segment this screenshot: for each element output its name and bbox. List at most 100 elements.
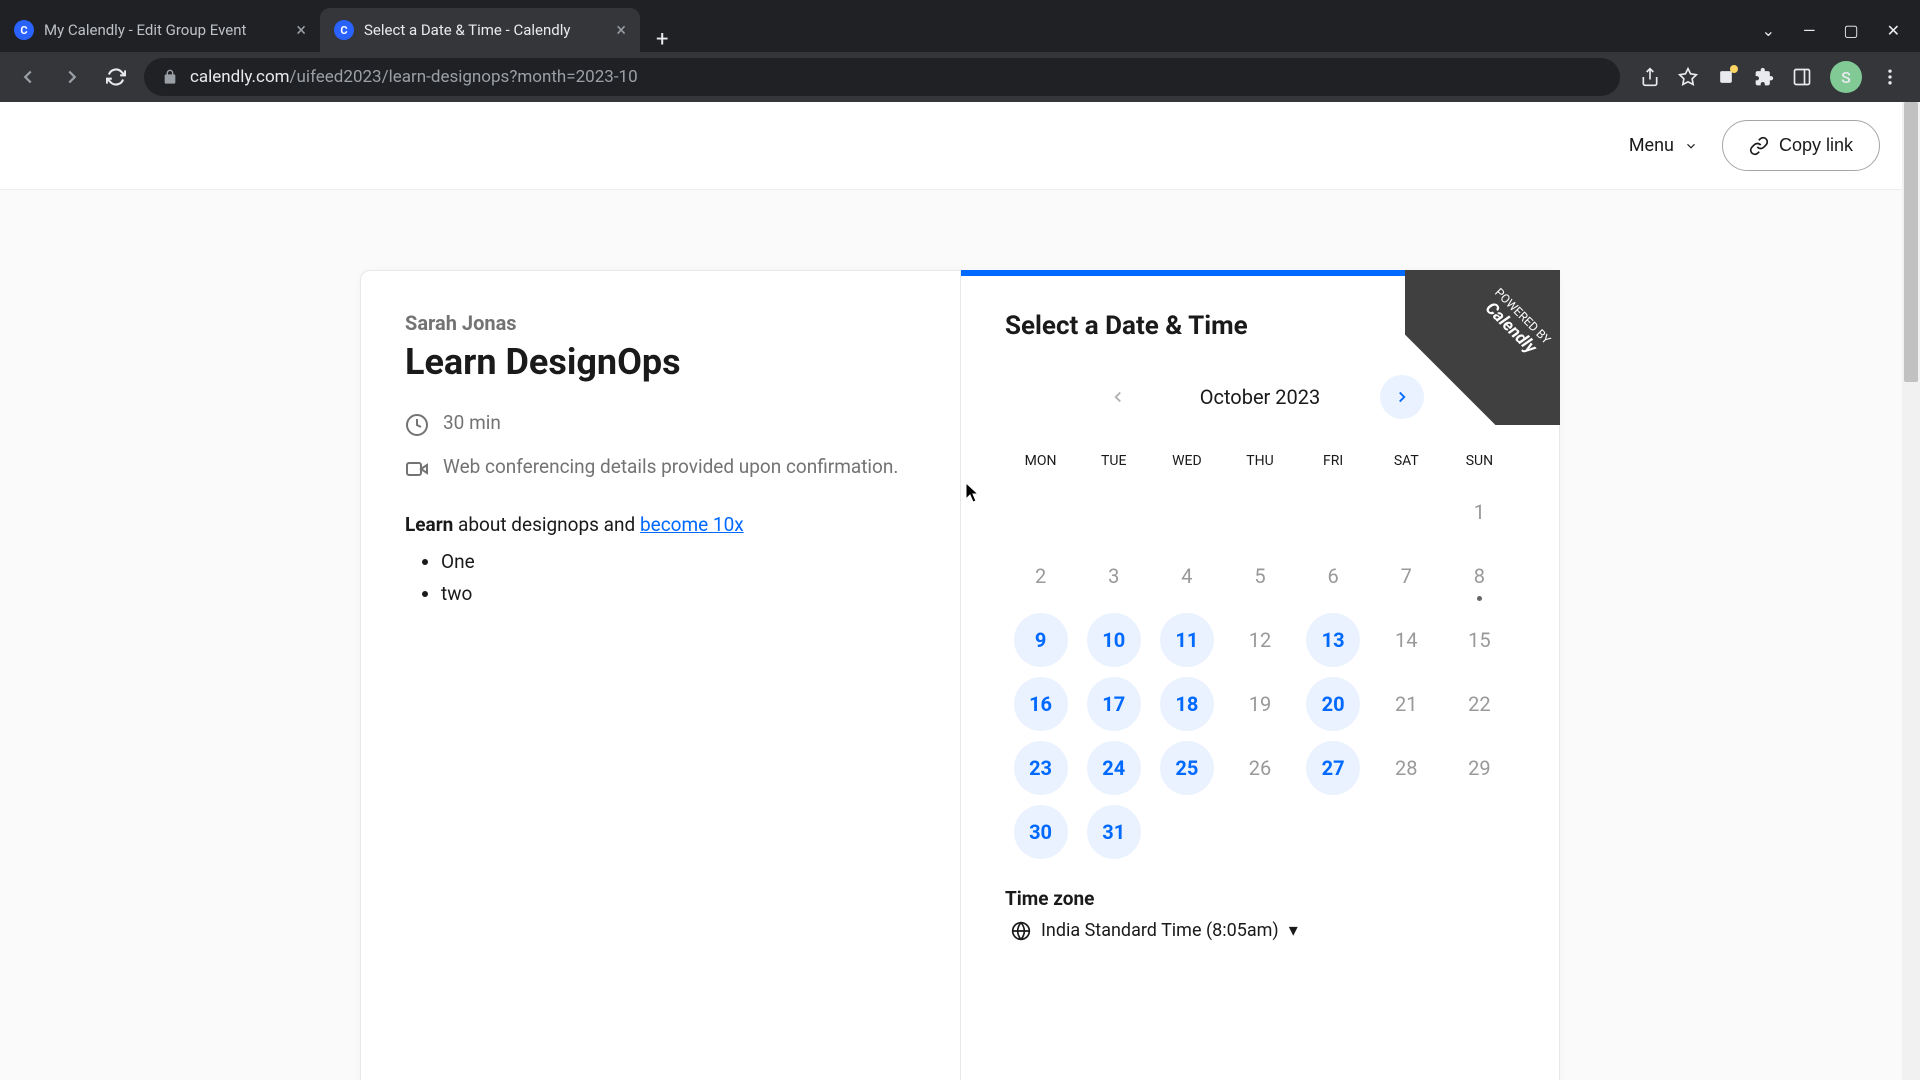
day-cell-empty (1151, 801, 1222, 863)
chevron-down-icon (1684, 139, 1698, 153)
maximize-icon[interactable]: ▢ (1843, 21, 1858, 40)
day-header: TUE (1078, 443, 1149, 479)
day-cell-available[interactable]: 24 (1078, 737, 1149, 799)
extensions-icon[interactable] (1754, 67, 1774, 87)
day-cell-disabled: 12 (1224, 609, 1295, 671)
day-cell-empty (1078, 481, 1149, 543)
caret-down-icon: ▾ (1289, 920, 1298, 941)
event-description: Learn about designops and become 10x One… (405, 511, 916, 609)
day-cell-empty (1224, 801, 1295, 863)
day-header: THU (1224, 443, 1295, 479)
scrollbar-thumb[interactable] (1904, 102, 1918, 382)
day-cell-available[interactable]: 16 (1005, 673, 1076, 735)
day-cell-disabled: 15 (1444, 609, 1515, 671)
day-cell-available[interactable]: 20 (1298, 673, 1369, 735)
day-cell-disabled: 28 (1371, 737, 1442, 799)
menu-label: Menu (1629, 135, 1674, 156)
day-cell-empty (1005, 481, 1076, 543)
lock-icon (162, 69, 178, 85)
day-header: WED (1151, 443, 1222, 479)
copy-link-button[interactable]: Copy link (1722, 120, 1880, 171)
event-details-panel: Sarah Jonas Learn DesignOps 30 min Web c… (361, 271, 961, 1080)
toolbar-icons: S (1632, 61, 1908, 93)
list-item: two (441, 580, 916, 609)
day-cell-available[interactable]: 18 (1151, 673, 1222, 735)
list-item: One (441, 548, 916, 577)
timezone-selector[interactable]: India Standard Time (8:05am) ▾ (1005, 920, 1515, 941)
day-cell-empty (1151, 481, 1222, 543)
day-cell-disabled: 14 (1371, 609, 1442, 671)
browser-tab-active[interactable]: C Select a Date & Time - Calendly × (320, 8, 640, 52)
day-cell-available[interactable]: 9 (1005, 609, 1076, 671)
day-header: FRI (1298, 443, 1369, 479)
copy-link-label: Copy link (1779, 135, 1853, 156)
link-icon (1749, 136, 1769, 156)
scrollbar[interactable] (1902, 102, 1920, 1080)
location-row: Web conferencing details provided upon c… (405, 455, 916, 481)
day-cell-available[interactable]: 23 (1005, 737, 1076, 799)
share-icon[interactable] (1640, 67, 1660, 87)
globe-icon (1011, 921, 1031, 941)
close-icon[interactable]: ✕ (1887, 21, 1900, 40)
new-tab-button[interactable]: + (640, 27, 684, 52)
day-cell-disabled: 1 (1444, 481, 1515, 543)
browser-tab-strip: C My Calendly - Edit Group Event × C Sel… (0, 0, 1920, 52)
menu-icon[interactable] (1880, 67, 1900, 87)
prev-month-button[interactable] (1096, 375, 1140, 419)
page-content: Menu Copy link Sarah Jonas Learn DesignO… (0, 102, 1920, 1080)
day-cell-disabled: 19 (1224, 673, 1295, 735)
calendar-grid: MONTUEWEDTHUFRISATSUN1234567891011121314… (1005, 443, 1515, 863)
day-cell-disabled: 22 (1444, 673, 1515, 735)
close-icon[interactable]: × (616, 20, 626, 41)
tab-title: Select a Date & Time - Calendly (364, 21, 606, 39)
day-cell-empty (1298, 481, 1369, 543)
reload-button[interactable] (100, 61, 132, 93)
profile-avatar[interactable]: S (1830, 61, 1862, 93)
accent-bar (961, 270, 1409, 276)
browser-tab[interactable]: C My Calendly - Edit Group Event × (0, 8, 320, 52)
day-cell-empty (1298, 801, 1369, 863)
date-picker-panel: POWERED BY Calendly Select a Date & Time… (961, 271, 1559, 1080)
calendly-favicon: C (334, 20, 354, 40)
day-cell-disabled: 2 (1005, 545, 1076, 607)
day-cell-disabled: 7 (1371, 545, 1442, 607)
close-icon[interactable]: × (296, 20, 306, 41)
minimize-icon[interactable]: — (1803, 21, 1816, 40)
day-cell-available[interactable]: 25 (1151, 737, 1222, 799)
event-title: Learn DesignOps (405, 341, 916, 383)
timezone-section: Time zone India Standard Time (8:05am) ▾ (1005, 887, 1515, 941)
description-link[interactable]: become 10x (640, 513, 744, 536)
menu-button[interactable]: Menu (1629, 135, 1698, 156)
star-icon[interactable] (1678, 67, 1698, 87)
duration-text: 30 min (443, 411, 501, 434)
browser-toolbar: calendly.com/uifeed2023/learn-designops?… (0, 52, 1920, 102)
month-label: October 2023 (1200, 385, 1321, 409)
sidepanel-icon[interactable] (1792, 67, 1812, 87)
page-header: Menu Copy link (0, 102, 1920, 190)
day-cell-disabled: 6 (1298, 545, 1369, 607)
day-cell-empty (1224, 481, 1295, 543)
calendly-favicon: C (14, 20, 34, 40)
day-cell-available[interactable]: 11 (1151, 609, 1222, 671)
address-bar[interactable]: calendly.com/uifeed2023/learn-designops?… (144, 58, 1620, 96)
timezone-value: India Standard Time (8:05am) (1041, 920, 1279, 941)
host-name: Sarah Jonas (405, 311, 916, 335)
day-cell-disabled: 21 (1371, 673, 1442, 735)
day-header: SUN (1444, 443, 1515, 479)
location-text: Web conferencing details provided upon c… (443, 455, 898, 478)
day-cell-available[interactable]: 27 (1298, 737, 1369, 799)
day-cell-available[interactable]: 17 (1078, 673, 1149, 735)
day-cell-available[interactable]: 30 (1005, 801, 1076, 863)
powered-by-badge[interactable]: POWERED BY Calendly (1405, 270, 1560, 425)
forward-button[interactable] (56, 61, 88, 93)
day-cell-disabled: 29 (1444, 737, 1515, 799)
timezone-label: Time zone (1005, 887, 1515, 910)
day-cell-available[interactable]: 13 (1298, 609, 1369, 671)
day-cell-available[interactable]: 31 (1078, 801, 1149, 863)
chevron-down-icon[interactable]: ⌄ (1762, 21, 1775, 40)
back-button[interactable] (12, 61, 44, 93)
day-cell-disabled: 5 (1224, 545, 1295, 607)
day-header: SAT (1371, 443, 1442, 479)
day-cell-available[interactable]: 10 (1078, 609, 1149, 671)
extension-icon[interactable] (1716, 67, 1736, 87)
